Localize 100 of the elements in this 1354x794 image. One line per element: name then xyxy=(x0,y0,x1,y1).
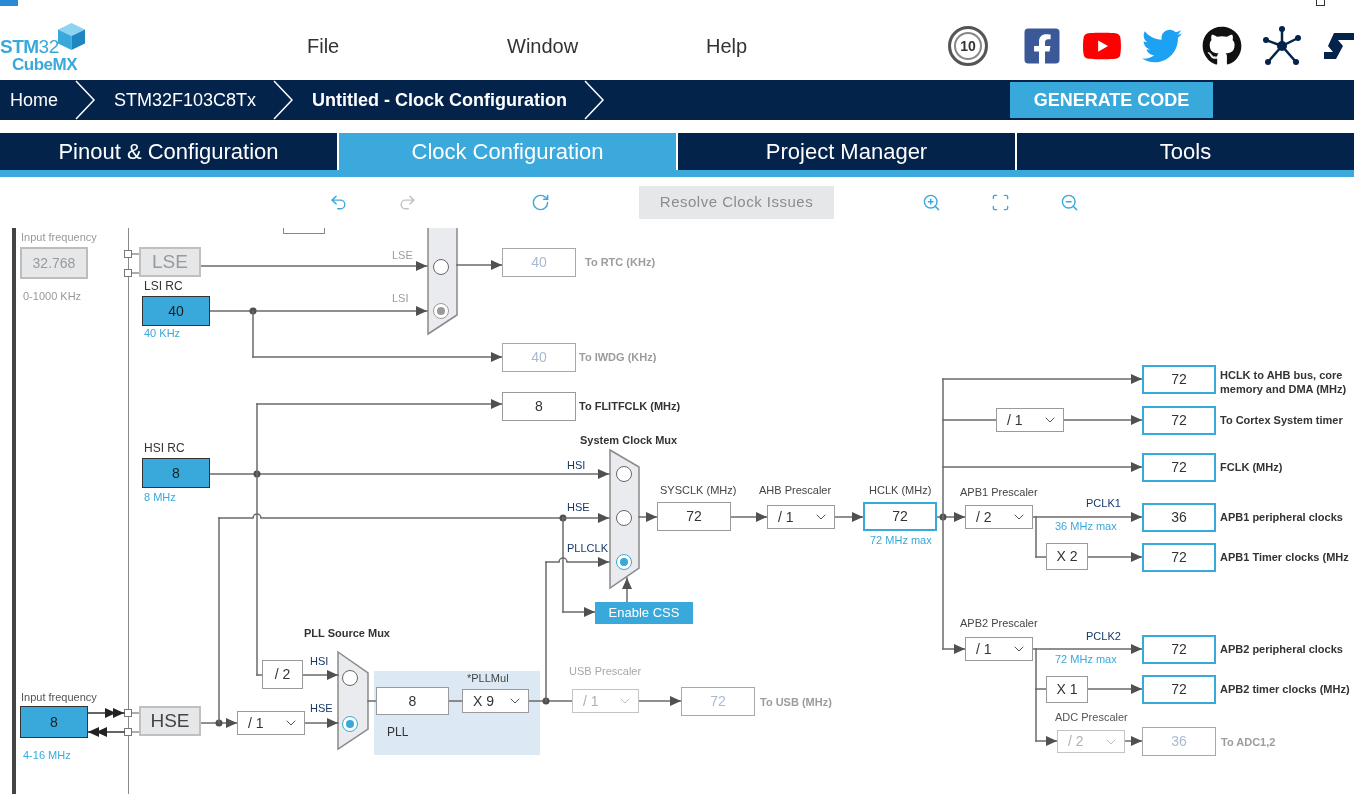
output-label: APB2 timer clocks (MHz) xyxy=(1220,682,1350,696)
tab[interactable]: Project Manager xyxy=(678,133,1015,170)
menu-item[interactable]: Help xyxy=(706,31,748,61)
output-label: FCLK (MHz) xyxy=(1220,460,1283,474)
frequency-display: 36 xyxy=(1142,503,1216,532)
field-label: HCLK (MHz) xyxy=(869,483,932,497)
connector-line xyxy=(1035,516,1047,558)
mux-input-label: LSI xyxy=(392,291,409,305)
prescaler-dropdown[interactable]: / 1 xyxy=(237,711,305,735)
connector-line xyxy=(1035,648,1047,690)
frequency-input[interactable]: 8 xyxy=(20,706,88,738)
tab[interactable]: Pinout & Configuration xyxy=(0,133,337,170)
frequency-note: 72 MHz max xyxy=(1055,652,1117,666)
zoom-out-icon[interactable] xyxy=(1060,193,1079,212)
menu-item[interactable]: File xyxy=(307,31,340,61)
frequency-display: 72 xyxy=(1142,453,1216,482)
output-label: To RTC (KHz) xyxy=(585,255,656,269)
prescaler-dropdown[interactable]: / 1 xyxy=(767,505,835,529)
breadcrumb-link[interactable]: Home xyxy=(10,86,58,114)
output-label: To ADC1,2 xyxy=(1221,735,1276,749)
frequency-input[interactable]: 40 xyxy=(142,296,210,326)
connector-arrow xyxy=(456,260,503,270)
breadcrumb-link[interactable]: Untitled - Clock Configuration xyxy=(312,86,568,114)
connector-arrow xyxy=(304,718,339,728)
connector-pin-icon xyxy=(124,728,139,736)
field-label: SYSCLK (MHz) xyxy=(660,483,737,497)
frequency-display: 40 xyxy=(502,248,576,277)
menu-item[interactable]: Window xyxy=(507,31,579,61)
mux-input-label: HSE xyxy=(567,500,590,514)
prescaler-dropdown[interactable]: / 1 xyxy=(996,408,1064,432)
chevron-right-icon xyxy=(74,80,96,120)
frequency-display: 8 xyxy=(502,392,576,421)
output-label: memory and DMA (MHz) xyxy=(1220,382,1347,396)
frequency-display: 72 xyxy=(1142,635,1216,664)
mux-title: System Clock Mux xyxy=(580,433,678,447)
github-icon[interactable] xyxy=(1202,26,1242,66)
divider-display: / 2 xyxy=(262,660,303,689)
clock-label: PCLK1 xyxy=(1086,496,1121,510)
connector-arrow xyxy=(87,708,125,718)
maximize-icon[interactable] xyxy=(1316,0,1325,6)
connector-arrow xyxy=(302,670,339,680)
frequency-input[interactable]: 8 xyxy=(142,458,210,488)
connector-arrow xyxy=(1087,684,1143,694)
prescaler-dropdown[interactable]: / 2 xyxy=(965,505,1033,529)
chevron-right-icon xyxy=(272,80,295,120)
connector-arrow xyxy=(638,696,682,706)
field-label: Input frequency xyxy=(21,690,97,704)
frequency-display: 8 xyxy=(376,687,449,715)
connector-arrow xyxy=(622,577,632,603)
prescaler-dropdown[interactable]: / 1 xyxy=(965,637,1033,661)
pll-label: PLL xyxy=(387,725,409,739)
logo-text: STM32 xyxy=(0,37,59,57)
zoom-in-icon[interactable] xyxy=(922,193,941,212)
chevron-right-icon xyxy=(583,80,606,120)
refresh-icon[interactable] xyxy=(531,193,550,212)
partial-box xyxy=(283,228,325,234)
output-label: To Cortex System timer xyxy=(1220,413,1343,427)
frequency-range-text: 0-1000 KHz xyxy=(23,289,82,303)
source-label: HSI RC xyxy=(144,441,185,455)
frequency-range-text: 4-16 MHz xyxy=(23,748,71,762)
output-label: HCLK to AHB bus, core xyxy=(1220,368,1343,382)
oscillator-block: LSE xyxy=(139,247,201,277)
cube-logo-icon xyxy=(57,22,86,51)
mux-input-label: HSI xyxy=(310,654,329,668)
connector-arrow xyxy=(638,512,658,522)
connector-arrow xyxy=(87,727,125,737)
fit-to-screen-icon[interactable] xyxy=(991,193,1010,212)
output-label: To IWDG (KHz) xyxy=(579,350,657,364)
brand-logo-icon[interactable] xyxy=(1322,31,1354,61)
prescaler-dropdown[interactable]: X 9 xyxy=(462,689,529,713)
frequency-note: 36 MHz max xyxy=(1055,519,1117,533)
output-label: APB1 Timer clocks (MHz xyxy=(1220,550,1349,564)
connector-arrow xyxy=(834,512,864,522)
output-label: APB2 peripheral clocks xyxy=(1220,642,1343,656)
output-label: To FLITFCLK (MHz) xyxy=(579,399,681,413)
frequency-display: 72 xyxy=(1142,365,1216,394)
field-label: *PLLMul xyxy=(467,671,509,685)
network-icon[interactable] xyxy=(1262,26,1302,66)
connector-pin-icon xyxy=(124,250,139,258)
frequency-note: 72 MHz max xyxy=(870,533,932,547)
field-label: Input frequency xyxy=(21,230,97,244)
connector-pin-icon xyxy=(124,269,139,277)
facebook-icon[interactable] xyxy=(1022,26,1062,66)
frequency-display: 72 xyxy=(657,502,731,531)
frequency-input[interactable]: 72 xyxy=(863,502,937,531)
connector-arrow xyxy=(730,512,768,522)
mux-input-label: LSE xyxy=(392,248,413,262)
oscillator-block: HSE xyxy=(139,706,201,736)
app-icon xyxy=(0,0,18,6)
breadcrumb-link[interactable]: STM32F103C8Tx xyxy=(114,86,257,114)
undo-icon[interactable] xyxy=(329,193,348,212)
frequency-display: 72 xyxy=(681,687,755,716)
frequency-note: 40 KHz xyxy=(144,326,181,340)
connector-pin-icon xyxy=(124,709,139,717)
tab[interactable]: Tools xyxy=(1017,133,1354,170)
output-label: To USB (MHz) xyxy=(760,695,832,709)
output-label: APB1 peripheral clocks xyxy=(1220,510,1343,524)
connector-arrow xyxy=(1087,552,1143,562)
frequency-display: 72 xyxy=(1142,406,1216,435)
field-label: ADC Prescaler xyxy=(1055,710,1128,724)
